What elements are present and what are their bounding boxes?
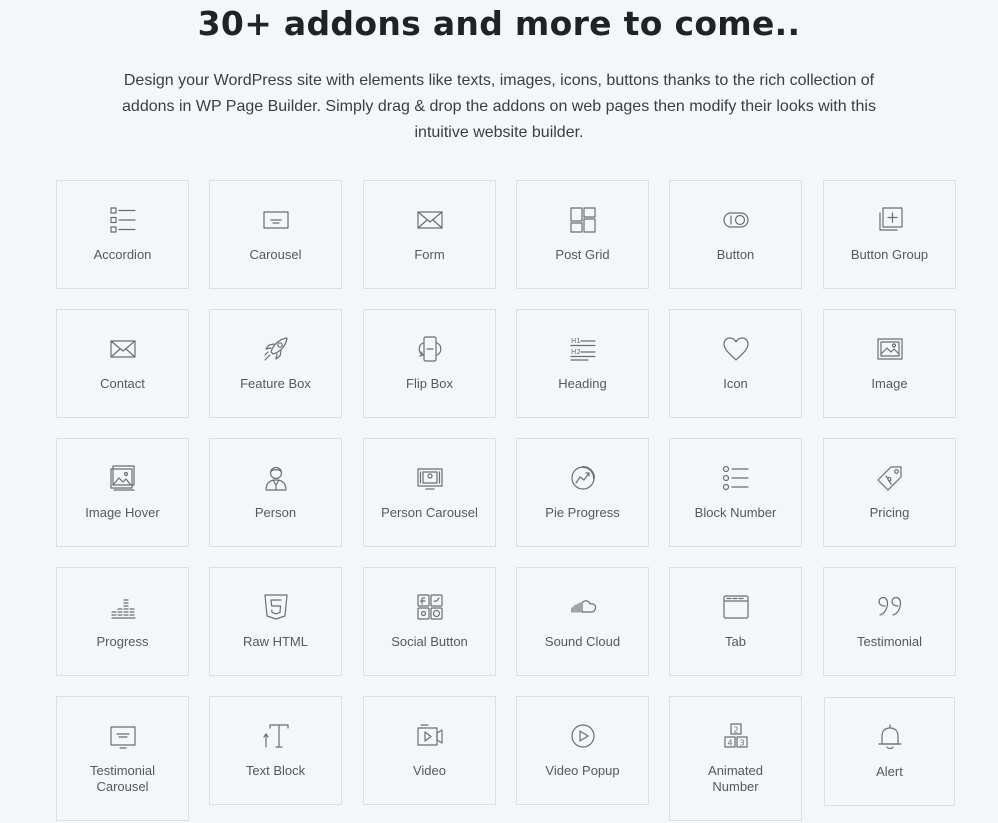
addon-card-tab[interactable]: Tab bbox=[669, 567, 802, 676]
addon-label: Text Block bbox=[245, 763, 306, 778]
addon-label: Image bbox=[871, 376, 908, 391]
form-icon bbox=[415, 205, 445, 235]
button-group-icon bbox=[875, 205, 905, 235]
block-number-icon bbox=[721, 463, 751, 493]
addon-label: Image Hover bbox=[85, 505, 160, 520]
price-tag-icon bbox=[875, 463, 905, 493]
addon-card-video-popup[interactable]: Video Popup bbox=[516, 696, 649, 805]
addons-page: 30+ addons and more to come.. Design you… bbox=[0, 0, 998, 823]
addon-card-testimonial-carousel[interactable]: Testimonial Carousel bbox=[56, 696, 189, 821]
addon-label: Contact bbox=[100, 376, 145, 391]
rocket-icon bbox=[261, 334, 291, 364]
addon-card-sound-cloud[interactable]: Sound Cloud bbox=[516, 567, 649, 676]
addon-card-video[interactable]: Video bbox=[363, 696, 496, 805]
addon-card-contact[interactable]: Contact bbox=[56, 309, 189, 418]
social-button-icon bbox=[415, 592, 445, 622]
quote-icon bbox=[875, 592, 905, 622]
addon-card-feature-box[interactable]: Feature Box bbox=[209, 309, 342, 418]
svg-text:H2: H2 bbox=[571, 348, 581, 356]
addon-card-block-number[interactable]: Block Number bbox=[669, 438, 802, 547]
addon-card-animated-number[interactable]: 2 4 3 Animated Number bbox=[669, 696, 802, 821]
addon-card-form[interactable]: Form bbox=[363, 180, 496, 289]
addon-card-progress[interactable]: Progress bbox=[56, 567, 189, 676]
addon-card-pie-progress[interactable]: Pie Progress bbox=[516, 438, 649, 547]
addon-card-pricing[interactable]: Pricing bbox=[823, 438, 956, 547]
addon-label: Feature Box bbox=[240, 376, 311, 391]
sound-cloud-icon bbox=[568, 592, 598, 622]
addon-card-flip-box[interactable]: Flip Box bbox=[363, 309, 496, 418]
addon-card-icon[interactable]: Icon bbox=[669, 309, 802, 418]
accordion-icon bbox=[108, 205, 138, 235]
addon-card-testimonial[interactable]: Testimonial bbox=[823, 567, 956, 676]
contact-icon bbox=[108, 334, 138, 364]
addon-label: Progress bbox=[96, 634, 149, 649]
addon-label: Person Carousel bbox=[381, 505, 478, 520]
html5-icon bbox=[261, 592, 291, 622]
addon-card-text-block[interactable]: Text Block bbox=[209, 696, 342, 805]
addon-card-person[interactable]: Person bbox=[209, 438, 342, 547]
video-icon bbox=[415, 721, 445, 751]
carousel-icon bbox=[261, 205, 291, 235]
svg-text:3: 3 bbox=[739, 739, 744, 748]
addon-card-button[interactable]: Button bbox=[669, 180, 802, 289]
addon-label: Block Number bbox=[694, 505, 777, 520]
addon-label: Pricing bbox=[869, 505, 910, 520]
heading-icon: H1 H2 bbox=[568, 334, 598, 364]
addon-label: Tab bbox=[725, 634, 746, 649]
post-grid-icon bbox=[568, 205, 598, 235]
addon-label: Video bbox=[412, 763, 446, 778]
addons-grid: Accordion Carousel Form Post Grid Button Butt… bbox=[0, 0, 998, 823]
addon-card-button-group[interactable]: Button Group bbox=[823, 180, 956, 289]
addon-label: Pie Progress bbox=[545, 505, 620, 520]
addon-card-raw-html[interactable]: Raw HTML bbox=[209, 567, 342, 676]
addon-card-person-carousel[interactable]: Person Carousel bbox=[363, 438, 496, 547]
svg-text:4: 4 bbox=[727, 739, 732, 748]
addon-card-image-hover[interactable]: Image Hover bbox=[56, 438, 189, 547]
person-icon bbox=[261, 463, 291, 493]
tab-icon bbox=[721, 592, 751, 622]
addon-label: Button Group bbox=[850, 247, 929, 262]
text-block-icon bbox=[261, 721, 291, 751]
addon-label: Heading bbox=[558, 376, 607, 391]
animated-number-icon: 243 bbox=[721, 721, 751, 751]
flip-box-icon bbox=[415, 334, 445, 364]
addon-label: Social Button bbox=[391, 634, 468, 649]
button-icon bbox=[721, 205, 751, 235]
addon-label: Alert bbox=[876, 764, 903, 779]
pie-progress-icon bbox=[568, 463, 598, 493]
image-icon bbox=[875, 334, 905, 364]
addon-label: Video Popup bbox=[545, 763, 620, 778]
addon-label: Testimonial bbox=[856, 634, 923, 649]
progress-icon bbox=[108, 592, 138, 622]
testimonial-carousel-icon bbox=[108, 721, 138, 751]
addon-label: Button bbox=[716, 247, 755, 262]
addon-label: Post Grid bbox=[555, 247, 610, 262]
heart-icon bbox=[721, 334, 751, 364]
addon-label: Accordion bbox=[93, 247, 152, 262]
addon-card-social-button[interactable]: Social Button bbox=[363, 567, 496, 676]
bell-icon bbox=[875, 722, 905, 752]
addon-card-heading[interactable]: H1 H2 Heading bbox=[516, 309, 649, 418]
addon-card-accordion[interactable]: Accordion bbox=[56, 180, 189, 289]
addon-label: Sound Cloud bbox=[544, 634, 621, 649]
addon-label: Raw HTML bbox=[242, 634, 308, 649]
addon-label: Icon bbox=[723, 376, 748, 391]
video-popup-icon bbox=[568, 721, 598, 751]
addon-card-carousel[interactable]: Carousel bbox=[209, 180, 342, 289]
addon-label: Animated Number bbox=[708, 763, 763, 794]
addon-label: Flip Box bbox=[406, 376, 453, 391]
addon-label: Testimonial Carousel bbox=[89, 763, 156, 794]
image-hover-icon bbox=[108, 463, 138, 493]
addon-label: Form bbox=[414, 247, 445, 262]
person-carousel-icon bbox=[415, 463, 445, 493]
addon-card-image[interactable]: Image bbox=[823, 309, 956, 418]
svg-text:H1: H1 bbox=[571, 337, 581, 345]
addon-label: Carousel bbox=[249, 247, 302, 262]
svg-text:2: 2 bbox=[733, 726, 738, 735]
addon-card-post-grid[interactable]: Post Grid bbox=[516, 180, 649, 289]
addon-card-alert[interactable]: Alert bbox=[824, 697, 955, 806]
addon-label: Person bbox=[254, 505, 297, 520]
